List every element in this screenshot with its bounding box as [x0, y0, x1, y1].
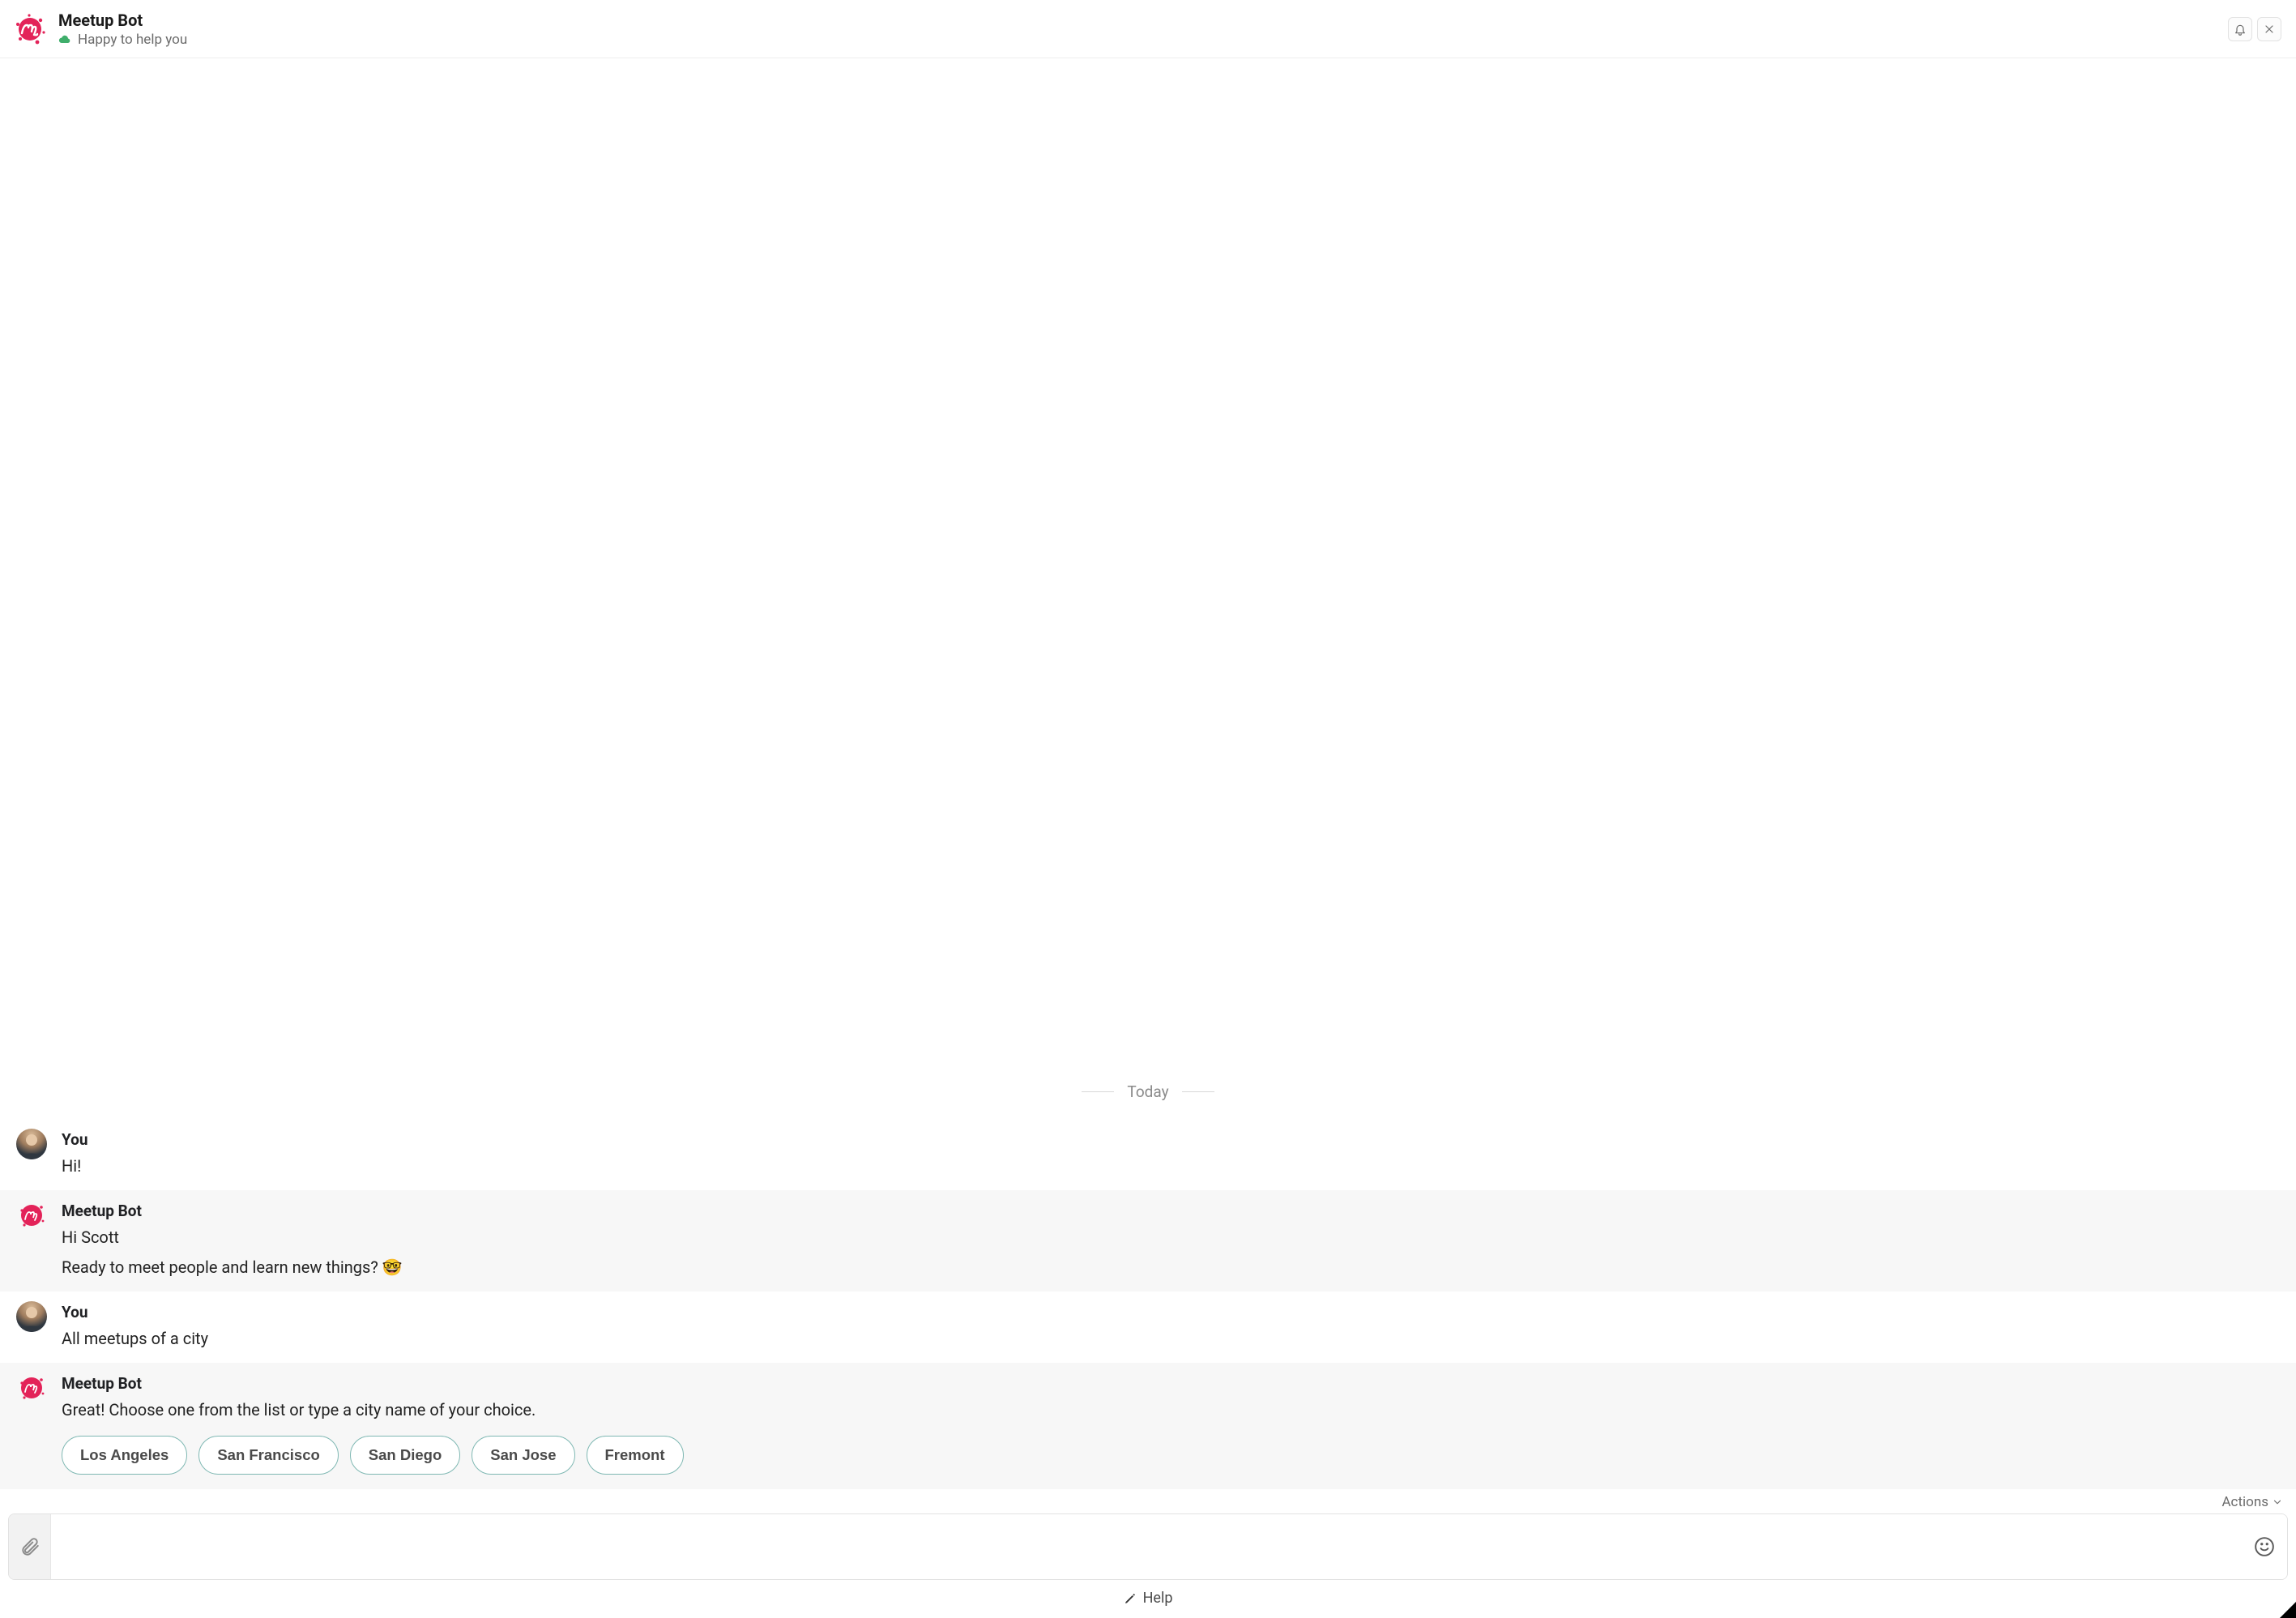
- bot-subtitle: Happy to help you: [58, 32, 187, 48]
- pencil-icon: [1124, 1592, 1137, 1605]
- bot-avatar: [16, 1200, 47, 1231]
- chat-message: You Hi!: [0, 1119, 2296, 1190]
- message-text: Great! Choose one from the list or type …: [62, 1398, 684, 1423]
- bot-title: Meetup Bot: [58, 11, 187, 30]
- message-sender: You: [62, 1303, 208, 1321]
- message-text: Ready to meet people and learn new thing…: [62, 1255, 403, 1280]
- paperclip-icon: [19, 1536, 41, 1557]
- chat-message: Meetup Bot Hi Scott Ready to meet people…: [0, 1190, 2296, 1291]
- bell-icon: [2234, 23, 2247, 36]
- quick-reply-chips: Los Angeles San Francisco San Diego San …: [62, 1436, 684, 1475]
- close-icon: [2263, 23, 2276, 36]
- chat-messages-area[interactable]: Today You Hi! Meetup Bot Hi Scott Ready …: [0, 58, 2296, 1489]
- help-label: Help: [1143, 1590, 1173, 1607]
- message-sender: Meetup Bot: [62, 1202, 403, 1220]
- header-titles: Meetup Bot Happy to help you: [58, 11, 187, 48]
- chip-san-diego[interactable]: San Diego: [350, 1436, 460, 1475]
- chat-message: Meetup Bot Great! Choose one from the li…: [0, 1363, 2296, 1489]
- chip-san-francisco[interactable]: San Francisco: [198, 1436, 338, 1475]
- message-text: Hi!: [62, 1154, 88, 1179]
- emoji-button[interactable]: [2242, 1514, 2287, 1579]
- notifications-button[interactable]: [2228, 17, 2252, 41]
- message-text: Hi Scott: [62, 1225, 403, 1250]
- chat-message: You All meetups of a city: [0, 1291, 2296, 1363]
- smiley-icon: [2254, 1536, 2275, 1557]
- resize-handle[interactable]: [2280, 1602, 2296, 1618]
- bot-avatar: [16, 1373, 47, 1403]
- message-sender: Meetup Bot: [62, 1374, 684, 1393]
- user-avatar: [16, 1301, 47, 1332]
- chevron-down-icon: [2272, 1496, 2283, 1508]
- chip-san-jose[interactable]: San Jose: [472, 1436, 574, 1475]
- date-separator-label: Today: [1127, 1082, 1168, 1101]
- composer-area: Actions Help: [0, 1489, 2296, 1618]
- message-composer: [8, 1513, 2288, 1580]
- header-actions: [2228, 17, 2281, 41]
- actions-menu[interactable]: Actions: [2221, 1494, 2283, 1510]
- date-separator: Today: [0, 1068, 2296, 1119]
- help-link[interactable]: Help: [8, 1580, 2288, 1618]
- message-sender: You: [62, 1130, 88, 1149]
- bot-subtitle-text: Happy to help you: [78, 32, 187, 48]
- message-text: All meetups of a city: [62, 1326, 208, 1351]
- close-button[interactable]: [2257, 17, 2281, 41]
- cloud-online-icon: [58, 35, 71, 45]
- chat-header: Meetup Bot Happy to help you: [0, 0, 2296, 58]
- attach-button[interactable]: [9, 1514, 51, 1579]
- chip-fremont[interactable]: Fremont: [587, 1436, 684, 1475]
- meetup-logo: [13, 12, 47, 46]
- chip-los-angeles[interactable]: Los Angeles: [62, 1436, 187, 1475]
- actions-label: Actions: [2221, 1494, 2268, 1510]
- message-input[interactable]: [51, 1514, 2242, 1579]
- user-avatar: [16, 1129, 47, 1159]
